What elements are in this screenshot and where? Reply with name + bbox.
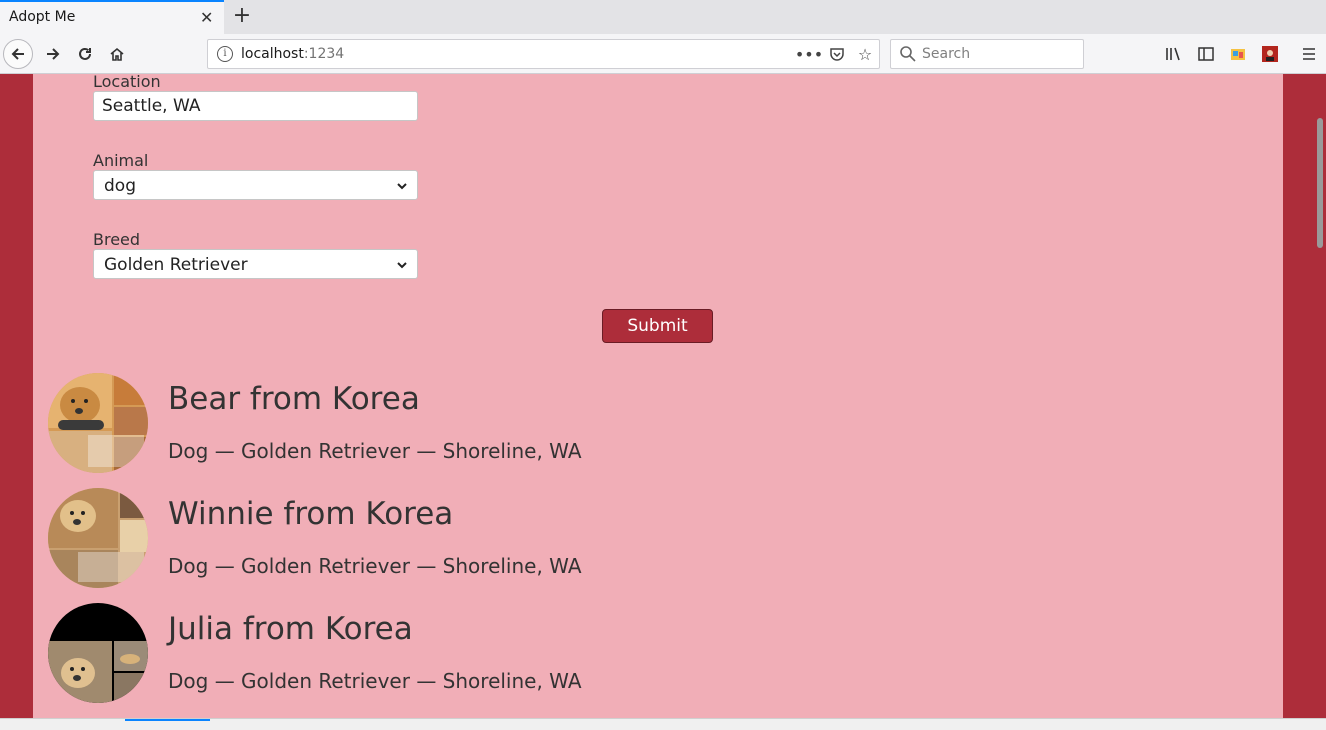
pet-card-bear[interactable]: Bear from Korea Dog — Golden Retriever —… [48, 373, 948, 473]
bottom-toolbar [0, 718, 1326, 730]
breed-label: Breed [93, 230, 141, 249]
pet-info: Dog — Golden Retriever — Shoreline, WA [168, 554, 582, 578]
chevron-down-icon [397, 262, 407, 269]
breed-select[interactable]: Golden Retriever [93, 249, 418, 279]
submit-button[interactable]: Submit [602, 309, 713, 343]
back-button[interactable] [3, 39, 33, 69]
search-bar[interactable]: Search [890, 39, 1084, 69]
animal-selected-value: dog [104, 176, 136, 196]
tab-strip: Adopt Me ✕ + [0, 0, 1326, 34]
extension-colorful-icon[interactable] [1226, 42, 1250, 66]
navigation-toolbar: i localhost:1234 ••• ☆ Search [0, 34, 1326, 74]
reload-button[interactable] [70, 39, 100, 69]
search-page: Location Animal dog Breed Golden Retriev… [33, 74, 1283, 718]
library-icon[interactable] [1162, 42, 1186, 66]
pet-photo-julia[interactable] [48, 603, 148, 703]
back-arrow-icon [11, 48, 24, 60]
pet-photo-winnie[interactable] [48, 488, 148, 588]
animal-select[interactable]: dog [93, 170, 418, 200]
pet-card-winnie[interactable]: Winnie from Korea Dog — Golden Retriever… [48, 488, 948, 588]
tab-title: Adopt Me [9, 9, 76, 25]
page-scrollbar[interactable] [1314, 74, 1326, 718]
scrollbar-thumb[interactable] [1317, 118, 1323, 248]
breed-selected-value: Golden Retriever [104, 255, 248, 275]
pet-card-julia[interactable]: Julia from Korea Dog — Golden Retriever … [48, 603, 948, 703]
pet-name[interactable]: Bear from Korea [168, 381, 420, 417]
location-label: Location [93, 74, 161, 91]
forward-arrow-icon [47, 48, 60, 60]
pet-info: Dog — Golden Retriever — Shoreline, WA [168, 439, 582, 463]
sidebar-icon[interactable] [1194, 42, 1218, 66]
new-tab-icon[interactable]: + [230, 3, 254, 28]
home-button[interactable] [102, 39, 132, 69]
reload-icon [79, 47, 91, 60]
pet-info: Dog — Golden Retriever — Shoreline, WA [168, 669, 582, 693]
home-icon [110, 47, 124, 61]
pet-name[interactable]: Julia from Korea [168, 611, 413, 647]
location-input[interactable] [93, 91, 418, 121]
page-viewport: Location Animal dog Breed Golden Retriev… [0, 74, 1326, 718]
extension-avatar-icon[interactable] [1258, 42, 1282, 66]
search-placeholder: Search [922, 46, 971, 62]
url-text: localhost:1234 [241, 46, 345, 62]
bookmark-star-icon[interactable]: ☆ [854, 43, 876, 65]
pocket-icon[interactable] [826, 43, 848, 65]
pet-name[interactable]: Winnie from Korea [168, 496, 453, 532]
close-tab-icon[interactable]: ✕ [200, 8, 213, 27]
site-info-icon[interactable]: i [217, 46, 233, 62]
tab-adopt-me[interactable]: Adopt Me ✕ [0, 0, 224, 34]
url-bar[interactable]: i localhost:1234 ••• ☆ [207, 39, 880, 69]
page-actions-icon[interactable]: ••• [795, 43, 823, 65]
forward-button[interactable] [38, 39, 68, 69]
menu-hamburger-icon[interactable] [1297, 42, 1321, 66]
active-indicator [125, 719, 210, 721]
pet-photo-bear[interactable] [48, 373, 148, 473]
chevron-down-icon [397, 183, 407, 190]
search-icon [900, 46, 916, 62]
animal-label: Animal [93, 151, 149, 170]
